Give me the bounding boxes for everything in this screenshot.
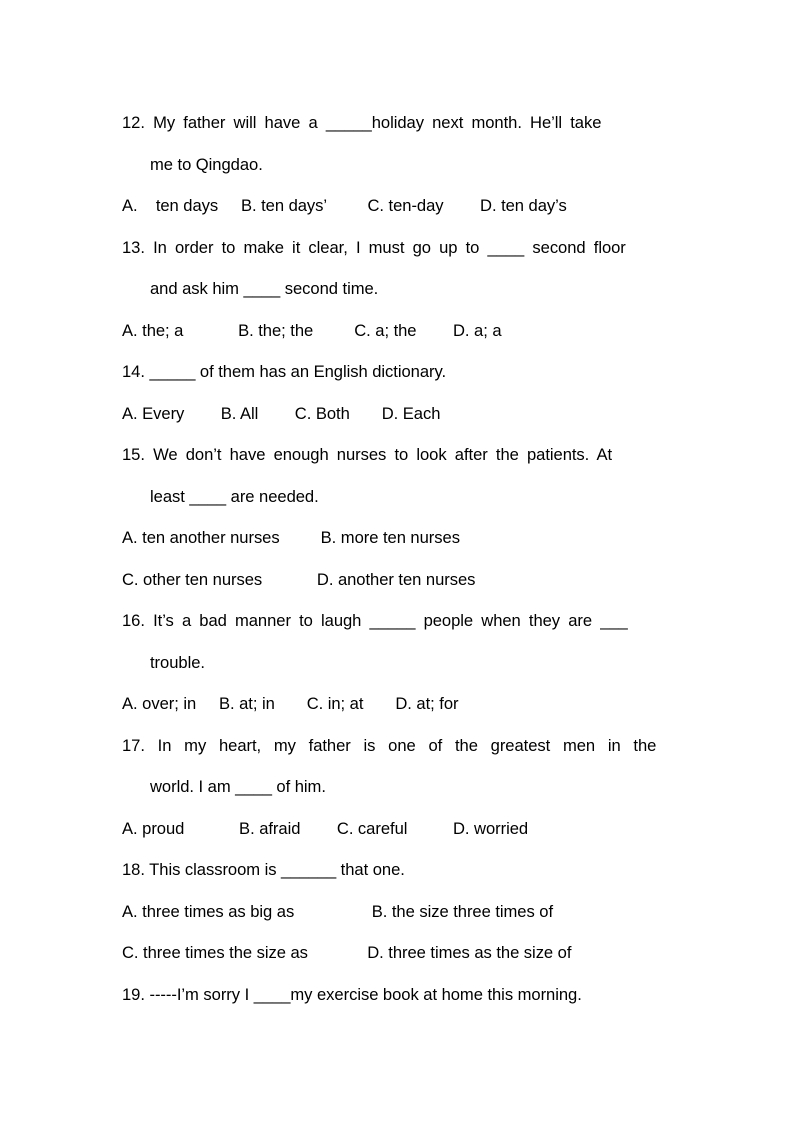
document-page: 12. My father will have a _____holiday n… (0, 0, 794, 1123)
question-13-options: A. the; a B. the; the C. a; the D. a; a (122, 320, 502, 340)
question-16-stem-line-1: 16. It’s a bad manner to laugh _____ peo… (122, 611, 628, 630)
question-15-options-row-2: C. other ten nurses D. another ten nurse… (122, 569, 476, 589)
question-18-options-row-1: A. three times as big as B. the size thr… (122, 901, 554, 921)
question-14-options: A. Every B. All C. Both D. Each (122, 403, 441, 423)
question-12-stem-line-2: me to Qingdao. (150, 154, 263, 174)
question-15-options-row-1: A. ten another nurses B. more ten nurses (122, 528, 460, 547)
question-17-options: A. proud B. afraid C. careful D. worried (122, 818, 529, 838)
question-17-stem-line-2: world. I am ____ of him. (150, 777, 326, 796)
question-17-stem-line-1: 17. In my heart, my father is one of the… (122, 735, 657, 755)
question-14-stem: 14. _____ of them has an English diction… (122, 362, 447, 381)
question-18-options-row-2: C. three times the size as D. three time… (122, 943, 572, 962)
question-15-stem-line-2: least ____ are needed. (150, 486, 319, 506)
question-15-stem-line-1: 15. We don’t have enough nurses to look … (122, 445, 613, 464)
question-13-stem-line-1: 13. In order to make it clear, I must go… (122, 237, 626, 257)
question-18-stem: 18. This classroom is ______ that one. (122, 860, 405, 879)
question-19-stem: 19. -----I’m sorry I ____my exercise boo… (122, 984, 582, 1004)
question-16-options: A. over; in B. at; in C. in; at D. at; f… (122, 694, 459, 713)
exercise-body: 12. My father will have a _____holiday n… (122, 102, 674, 1015)
question-16-stem-line-2: trouble. (150, 652, 205, 672)
question-13-stem-line-2: and ask him ____ second time. (150, 279, 379, 298)
question-12-stem-line-1: 12. My father will have a _____holiday n… (122, 113, 602, 132)
question-12-options: A. ten days B. ten days’ C. ten-day D. t… (122, 196, 567, 215)
